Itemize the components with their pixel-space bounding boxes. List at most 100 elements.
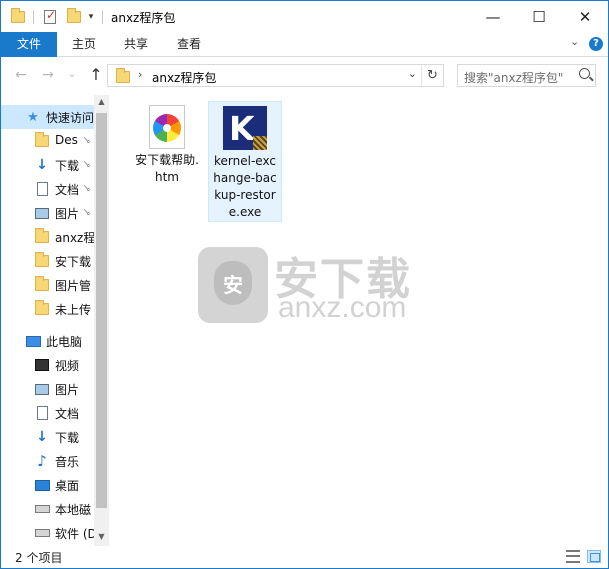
- search-icon[interactable]: [579, 68, 590, 79]
- sidebar-item-label: 快速访问: [46, 111, 94, 125]
- navigation-bar: ← → ⌄ ↑ › anxz程序包 ⌄ ↻ 搜索"anxz程序包": [1, 58, 608, 94]
- navigation-pane: ★ 快速访问 Des ⊸ ↓ 下载 ⊸ 文档 ⊸ 图片 ⊸ anxz程 安下载 图片管 未上传 此电脑 视频 图片…: [1, 95, 109, 546]
- folder-icon: [34, 276, 50, 293]
- address-dropdown-icon[interactable]: ⌄: [408, 67, 417, 80]
- refresh-icon[interactable]: ↻: [421, 65, 443, 86]
- explorer-window: ▾ anxz程序包 — ☐ ✕ 文件 主页 共享 查看 ⌄ ? ← → ⌄ ↑ …: [0, 0, 609, 569]
- address-bar[interactable]: › anxz程序包 ⌄ ↻: [107, 64, 444, 87]
- back-arrow-icon[interactable]: ←: [12, 66, 30, 84]
- tab-home[interactable]: 主页: [60, 32, 108, 57]
- breadcrumb-current[interactable]: anxz程序包: [152, 69, 216, 86]
- breadcrumb-chevron-icon[interactable]: ›: [138, 68, 142, 81]
- picture-icon: [34, 381, 50, 397]
- sidebar-item[interactable]: 此电脑: [1, 329, 94, 353]
- sidebar-item-label: Des: [55, 133, 78, 147]
- search-input[interactable]: 搜索"anxz程序包": [464, 69, 563, 86]
- kernel-exe-letter: K: [229, 109, 255, 148]
- drive-icon: [34, 525, 50, 541]
- scroll-up-icon[interactable]: ▲: [94, 97, 109, 106]
- status-bar: 2 个项目: [1, 546, 608, 568]
- sidebar-item-label: 下载: [55, 431, 80, 445]
- sidebar-item[interactable]: ↓ 下载: [1, 425, 94, 449]
- sidebar-item[interactable]: 本地磁: [1, 497, 94, 521]
- nav-scrollbar[interactable]: ▲ ▼: [94, 95, 109, 546]
- expand-ribbon-chevron-icon[interactable]: ⌄: [570, 35, 579, 48]
- file-item-selected[interactable]: K kernel-exchange-backup-restore.exe: [208, 101, 282, 222]
- item-count: 2 个项目: [15, 551, 63, 565]
- sidebar-item[interactable]: ↓ 下载 ⊸: [1, 153, 94, 177]
- document-icon: [34, 181, 50, 197]
- sidebar-item-label: 下载: [55, 159, 80, 173]
- scrollbar-thumb[interactable]: [96, 113, 107, 508]
- scroll-down-icon[interactable]: ▼: [94, 532, 109, 541]
- tab-file[interactable]: 文件: [1, 32, 57, 57]
- properties-icon[interactable]: [41, 8, 59, 26]
- maximize-button[interactable]: ☐: [516, 1, 562, 32]
- recent-locations-chevron-icon[interactable]: ⌄: [63, 66, 81, 84]
- sidebar-item[interactable]: ♪ 音乐: [1, 449, 94, 473]
- up-arrow-icon[interactable]: ↑: [87, 66, 105, 84]
- folder-icon: [116, 68, 130, 83]
- sidebar-item[interactable]: 图片 ⊸: [1, 201, 94, 225]
- divider: [102, 10, 103, 24]
- large-icons-view-icon[interactable]: [587, 550, 601, 563]
- sidebar-item[interactable]: 软件 (D: [1, 521, 94, 545]
- sidebar-item-label: anxz程: [55, 231, 94, 245]
- download-icon: ↓: [36, 157, 48, 173]
- tab-view[interactable]: 查看: [165, 32, 213, 57]
- sidebar-item[interactable]: 图片管: [1, 273, 94, 297]
- sidebar-item[interactable]: 桌面: [1, 473, 94, 497]
- sidebar-item-label: 桌面: [55, 479, 80, 493]
- title-bar: ▾ anxz程序包 — ☐ ✕: [1, 1, 608, 32]
- file-name: 安下载帮助.htm: [135, 153, 199, 184]
- sidebar-item[interactable]: 安下载: [1, 249, 94, 273]
- new-folder-icon[interactable]: [65, 8, 83, 26]
- watermark: 安 安下载 anxz.com: [198, 247, 518, 327]
- ribbon-tabs: 文件 主页 共享 查看 ⌄ ?: [1, 32, 608, 57]
- details-view-icon[interactable]: [566, 550, 580, 563]
- sidebar-item-label: 图片: [55, 207, 80, 221]
- sidebar-item-label: 音乐: [55, 455, 80, 469]
- sidebar-item-label: 未上传: [55, 303, 92, 317]
- folder-icon: [34, 300, 50, 317]
- download-icon: ↓: [36, 429, 48, 445]
- sidebar-item[interactable]: 未上传: [1, 297, 94, 321]
- file-item[interactable]: 安下载帮助.htm: [130, 101, 204, 186]
- sidebar-item-label: 图片: [55, 383, 80, 397]
- file-name: kernel-exchange-backup-restore.exe: [213, 154, 277, 219]
- folder-icon: [34, 132, 50, 149]
- watermark-text-small: anxz.com: [278, 291, 407, 324]
- sidebar-item-label: 本地磁: [55, 503, 92, 517]
- folder-icon: [34, 252, 50, 269]
- close-button[interactable]: ✕: [562, 1, 608, 32]
- sidebar-item-label: 安下载: [55, 255, 92, 269]
- sidebar-item[interactable]: Des ⊸: [1, 129, 94, 153]
- sidebar-item[interactable]: 文档 ⊸: [1, 177, 94, 201]
- pin-icon: ⊸: [79, 205, 94, 220]
- sidebar-item[interactable]: 文档: [1, 401, 94, 425]
- music-icon: ♪: [37, 452, 47, 470]
- pin-icon: ⊸: [79, 181, 94, 196]
- sidebar-item-label: 图片管: [55, 279, 92, 293]
- sidebar-item[interactable]: 图片: [1, 377, 94, 401]
- sidebar-item-label: 此电脑: [46, 335, 83, 349]
- sidebar-item[interactable]: ★ 快速访问: [1, 105, 94, 129]
- folder-icon: [34, 228, 50, 245]
- help-icon[interactable]: ?: [589, 37, 603, 51]
- customize-toolbar-chevron-icon[interactable]: ▾: [85, 8, 97, 26]
- window-title: anxz程序包: [111, 11, 176, 25]
- watermark-shield-icon: 安: [198, 247, 268, 323]
- htm-file-icon: [149, 105, 185, 149]
- star-icon: ★: [27, 109, 39, 125]
- drive-icon: [34, 501, 50, 517]
- minimize-button[interactable]: —: [470, 1, 516, 32]
- sidebar-item[interactable]: anxz程: [1, 225, 94, 249]
- sidebar-item[interactable]: 视频: [1, 353, 94, 377]
- search-box[interactable]: 搜索"anxz程序包": [457, 64, 596, 87]
- tab-share[interactable]: 共享: [112, 32, 160, 57]
- sidebar-item-label: 文档: [55, 183, 80, 197]
- divider: [33, 10, 34, 24]
- folder-icon[interactable]: [9, 8, 27, 26]
- forward-arrow-icon[interactable]: →: [39, 66, 57, 84]
- video-icon: [34, 357, 50, 373]
